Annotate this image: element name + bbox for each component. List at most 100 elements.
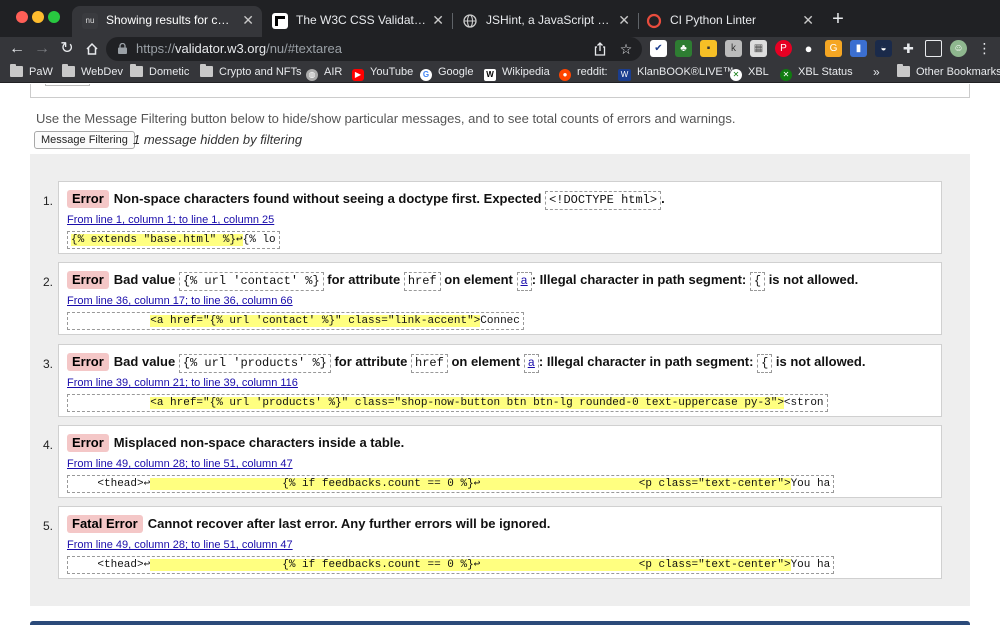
tab-title: Showing results for contents of <box>106 13 236 27</box>
message-location-link[interactable]: From line 1, column 1; to line 1, column… <box>67 214 274 226</box>
google-icon: G <box>420 69 432 81</box>
bookmarks-bar: PaW WebDev Dometic Crypto and NFTs ◍ AIR … <box>0 61 1000 83</box>
error-badge: Error <box>67 434 109 452</box>
code-snippet: { <box>757 354 773 373</box>
code-snippet: {% url 'products' %} <box>178 354 331 373</box>
globe-icon: ◍ <box>306 69 318 81</box>
zoom-window-button[interactable] <box>48 11 60 23</box>
element-code: a <box>516 272 532 291</box>
source-extract: {% extends "base.html" %}↩{% lo <box>67 231 280 249</box>
filter-instructions: Use the Message Filtering button below t… <box>36 111 736 126</box>
tab-title: CI Python Linter <box>670 13 757 27</box>
next-section-edge <box>30 621 970 625</box>
source-extract: <thead>↩ {% if feedbacks.count == 0 %}↩ … <box>67 475 835 493</box>
fatal-error-badge: Fatal Error <box>67 515 143 533</box>
source-extract: <thead>↩ {% if feedbacks.count == 0 %}↩ … <box>67 556 835 574</box>
extension-leaf-icon[interactable]: ♣ <box>675 40 692 57</box>
other-bookmarks-folder[interactable]: Other Bookmarks <box>897 61 1000 83</box>
bookmark-google[interactable]: G Google <box>420 61 473 83</box>
message-number: 4. <box>43 438 54 452</box>
code-snippet: <!DOCTYPE html> <box>545 191 662 210</box>
new-tab-button[interactable]: + <box>828 6 848 32</box>
message-number: 1. <box>43 194 54 208</box>
close-icon[interactable]: ✕ <box>242 6 254 34</box>
code-snippet: {% url 'contact' %} <box>178 272 324 291</box>
browser-toolbar: ← → ↻ https://validator.w3.org/nu/#texta… <box>0 37 1000 61</box>
message-location-link[interactable]: From line 39, column 21; to line 39, col… <box>67 377 298 389</box>
ci-favicon-icon <box>646 13 662 29</box>
w3c-favicon-icon <box>272 13 288 29</box>
bookmarks-overflow-button[interactable]: » <box>873 61 880 83</box>
source-extract: <a href="{% url 'products' %}" class="sh… <box>67 394 828 412</box>
message-item: 3. Error Bad value {% url 'products' %} f… <box>43 344 942 417</box>
tab-css-validator[interactable]: The W3C CSS Validation Servic ✕ <box>262 6 452 37</box>
youtube-icon: ▶ <box>352 69 364 81</box>
message-filtering-button[interactable]: Message Filtering <box>34 131 135 149</box>
message-location-link[interactable]: From line 49, column 28; to line 51, col… <box>67 539 293 551</box>
extension-check-icon[interactable]: ✔ <box>650 40 667 57</box>
message-text: Error Bad value {% url 'contact' %} for a… <box>67 270 858 291</box>
bookmark-folder-paw[interactable]: PaW <box>10 61 53 83</box>
reddit-icon: ● <box>559 69 571 81</box>
close-window-button[interactable] <box>16 11 28 23</box>
xbox-icon: ✕ <box>730 69 742 81</box>
sidebar-toggle-icon[interactable] <box>925 40 942 57</box>
message-location-link[interactable]: From line 36, column 17; to line 36, col… <box>67 295 293 307</box>
more-menu-icon[interactable]: ⋮ <box>976 40 993 57</box>
close-icon[interactable]: ✕ <box>432 6 444 34</box>
extension-keep-icon[interactable]: ▪ <box>700 40 717 57</box>
bookmark-xbl[interactable]: ✕ XBL <box>730 61 769 83</box>
bookmark-xbl-status[interactable]: ✕ XBL Status <box>780 61 853 83</box>
code-snippet: href <box>403 272 441 291</box>
tab-title: The W3C CSS Validation Servic <box>296 13 426 27</box>
wd-icon: W <box>618 69 631 81</box>
page-content: Use the Message Filtering button below t… <box>0 84 1000 625</box>
error-badge: Error <box>67 271 109 289</box>
nu-favicon-icon: nu <box>82 13 98 29</box>
results-list: 1. Error Non-space characters found witho… <box>30 154 970 606</box>
message-text: Error Misplaced non-space characters insi… <box>67 433 404 453</box>
extension-puzzle-k-icon[interactable]: k <box>725 40 742 57</box>
back-button[interactable]: ← <box>6 38 28 60</box>
close-icon[interactable]: ✕ <box>802 6 814 34</box>
reload-button[interactable]: ↻ <box>56 38 78 60</box>
tab-python-linter[interactable]: CI Python Linter ✕ <box>636 6 822 37</box>
extension-blue-icon[interactable]: ▮ <box>850 40 867 57</box>
bookmark-folder-webdev[interactable]: WebDev <box>62 61 123 83</box>
folder-icon <box>130 64 143 77</box>
wikipedia-icon: W <box>484 69 496 81</box>
message-location-link[interactable]: From line 49, column 28; to line 51, col… <box>67 458 293 470</box>
element-link[interactable]: a <box>528 356 535 370</box>
bookmark-wikipedia[interactable]: W Wikipedia <box>484 61 550 83</box>
github-icon[interactable]: ● <box>800 40 817 57</box>
close-icon[interactable]: ✕ <box>618 6 630 34</box>
tab-validator-results[interactable]: nu Showing results for contents of ✕ <box>72 6 262 37</box>
element-link[interactable]: a <box>521 274 528 288</box>
tab-title: JSHint, a JavaScript Code Qua <box>486 13 612 27</box>
message-item: 5. Fatal Error Cannot recover after last … <box>43 506 942 579</box>
forward-button[interactable]: → <box>31 38 53 60</box>
pinterest-icon[interactable]: P <box>775 40 792 57</box>
tab-jshint[interactable]: JSHint, a JavaScript Code Qua ✕ <box>452 6 638 37</box>
share-icon[interactable] <box>590 39 610 59</box>
code-snippet: href <box>411 354 448 373</box>
extension-grid-icon[interactable]: ▦ <box>750 40 767 57</box>
bookmark-reddit[interactable]: ● reddit: <box>559 61 608 83</box>
minimize-window-button[interactable] <box>32 11 44 23</box>
bookmark-air[interactable]: ◍ AIR <box>306 61 342 83</box>
address-bar[interactable]: https://validator.w3.org/nu/#textarea ☆ <box>106 37 642 61</box>
profile-avatar[interactable]: ☺ <box>950 40 967 57</box>
bookmark-folder-crypto[interactable]: Crypto and NFTs <box>200 61 302 83</box>
xbox-icon: ✕ <box>780 69 792 81</box>
bookmark-folder-dometic[interactable]: Dometic <box>130 61 189 83</box>
extension-g-icon[interactable]: G <box>825 40 842 57</box>
folder-icon <box>897 64 910 77</box>
bookmark-star-icon[interactable]: ☆ <box>616 39 636 59</box>
bookmark-youtube[interactable]: ▶ YouTube <box>352 61 413 83</box>
extensions-puzzle-icon[interactable]: ✚ <box>900 40 917 57</box>
message-number: 3. <box>43 357 54 371</box>
extension-dark-icon[interactable]: ◒ <box>875 40 892 57</box>
home-icon[interactable] <box>81 38 103 60</box>
folder-icon <box>62 64 75 77</box>
bookmark-klanbook[interactable]: W KlanBOOK®LIVE™ <box>618 61 734 83</box>
